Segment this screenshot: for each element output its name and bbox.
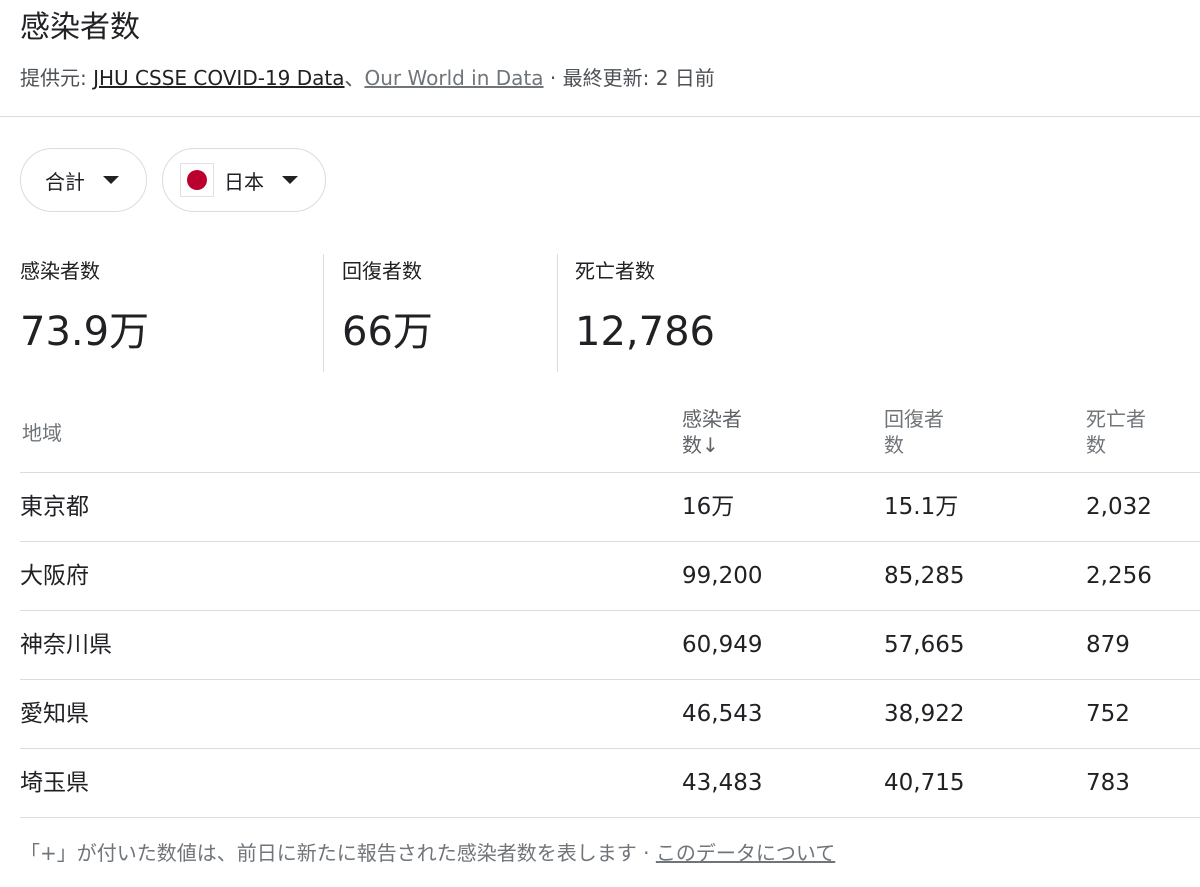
footer-separator: · bbox=[636, 841, 656, 865]
source-link-owid[interactable]: Our World in Data bbox=[365, 66, 544, 90]
stat-label: 感染者数 bbox=[20, 259, 100, 283]
table-row[interactable]: 埼玉県 43,483 40,715 783 bbox=[20, 749, 1200, 818]
cell-cases: 43,483 bbox=[682, 770, 763, 796]
column-header-cases[interactable]: 感染者数↓ bbox=[682, 406, 760, 458]
footer-note-text: 「+」が付いた数値は、前日に新たに報告された感染者数を表します bbox=[20, 841, 637, 865]
cell-region: 東京都 bbox=[20, 494, 89, 520]
last-updated: · 最終更新: 2 日前 bbox=[543, 66, 715, 90]
metric-dropdown-label: 合計 bbox=[45, 169, 85, 194]
source-link-jhu[interactable]: JHU CSSE COVID-19 Data bbox=[93, 66, 344, 90]
cell-deaths: 879 bbox=[1086, 632, 1130, 658]
cell-cases: 46,543 bbox=[682, 701, 763, 727]
stat-divider bbox=[557, 254, 558, 372]
country-dropdown[interactable]: 日本 bbox=[162, 148, 326, 212]
source-prefix: 提供元: bbox=[20, 66, 94, 90]
cell-cases: 60,949 bbox=[682, 632, 763, 658]
table-header: 地域 感染者数↓ 回復者数 死亡者数 bbox=[20, 396, 1200, 473]
cell-recovered: 38,922 bbox=[884, 701, 965, 727]
cell-deaths: 2,032 bbox=[1086, 494, 1152, 520]
stat-value: 12,786 bbox=[575, 309, 715, 355]
country-dropdown-label: 日本 bbox=[224, 169, 264, 194]
cell-region: 埼玉県 bbox=[20, 770, 89, 796]
caret-down-icon bbox=[282, 176, 298, 184]
table-row[interactable]: 愛知県 46,543 38,922 752 bbox=[20, 680, 1200, 749]
cell-recovered: 85,285 bbox=[884, 563, 965, 589]
header-divider bbox=[0, 116, 1200, 117]
cell-cases: 16万 bbox=[682, 494, 735, 520]
stat-value: 73.9万 bbox=[20, 309, 150, 355]
page-title: 感染者数 bbox=[20, 10, 140, 45]
stat-deaths: 死亡者数 12,786 bbox=[575, 256, 715, 372]
stat-label: 死亡者数 bbox=[575, 259, 655, 283]
about-data-link[interactable]: このデータについて bbox=[656, 841, 835, 865]
source-separator: 、 bbox=[344, 66, 365, 90]
column-header-deaths[interactable]: 死亡者数 bbox=[1086, 406, 1164, 458]
cell-region: 愛知県 bbox=[20, 701, 89, 727]
table-row[interactable]: 神奈川県 60,949 57,665 879 bbox=[20, 611, 1200, 680]
cell-deaths: 2,256 bbox=[1086, 563, 1152, 589]
column-header-region[interactable]: 地域 bbox=[22, 420, 62, 446]
stat-value: 66万 bbox=[342, 309, 433, 355]
table-row[interactable]: 大阪府 99,200 85,285 2,256 bbox=[20, 542, 1200, 611]
source-line: 提供元: JHU CSSE COVID-19 Data、Our World in… bbox=[20, 64, 715, 92]
cell-recovered: 57,665 bbox=[884, 632, 965, 658]
column-header-recovered[interactable]: 回復者数 bbox=[884, 406, 962, 458]
stat-label: 回復者数 bbox=[342, 259, 422, 283]
footer-note: 「+」が付いた数値は、前日に新たに報告された感染者数を表します · このデータに… bbox=[20, 838, 835, 868]
cell-cases: 99,200 bbox=[682, 563, 763, 589]
table-row[interactable]: 東京都 16万 15.1万 2,032 bbox=[20, 473, 1200, 542]
stat-recovered: 回復者数 66万 bbox=[342, 256, 433, 372]
cell-deaths: 783 bbox=[1086, 770, 1130, 796]
cell-region: 神奈川県 bbox=[20, 632, 112, 658]
cell-recovered: 40,715 bbox=[884, 770, 965, 796]
stat-cases: 感染者数 73.9万 bbox=[20, 256, 149, 372]
stat-divider bbox=[323, 254, 324, 372]
cell-recovered: 15.1万 bbox=[884, 494, 959, 520]
cell-deaths: 752 bbox=[1086, 701, 1130, 727]
japan-flag-icon bbox=[180, 163, 214, 197]
metric-dropdown[interactable]: 合計 bbox=[20, 148, 147, 212]
caret-down-icon bbox=[103, 176, 119, 184]
region-table: 地域 感染者数↓ 回復者数 死亡者数 東京都 16万 15.1万 2,032 大… bbox=[20, 396, 1200, 818]
cell-region: 大阪府 bbox=[20, 563, 89, 589]
